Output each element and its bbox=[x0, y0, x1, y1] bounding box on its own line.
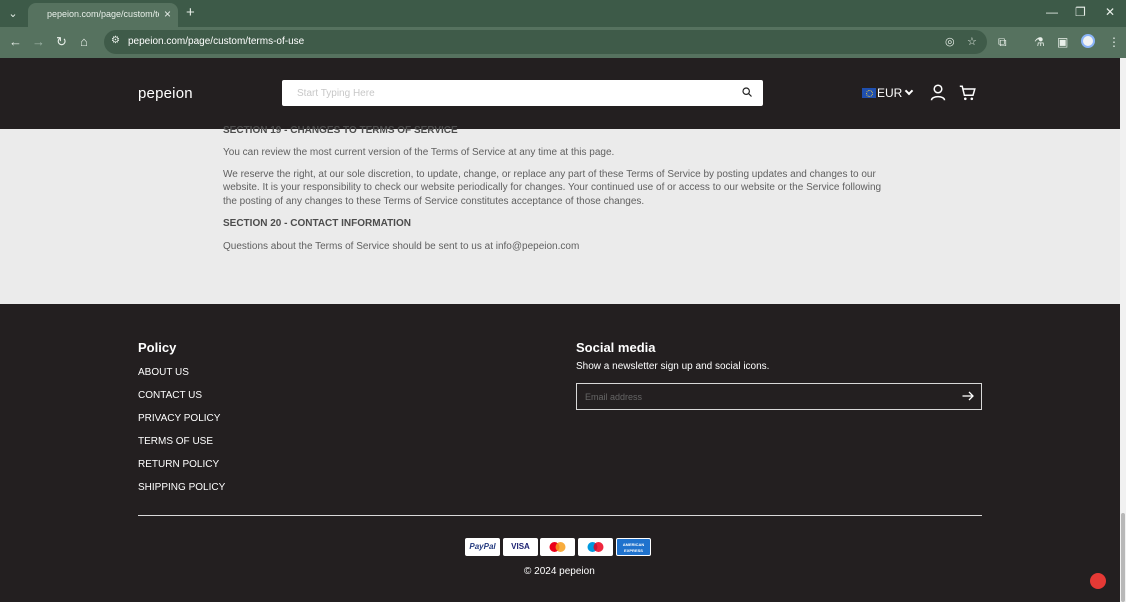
eye-slash-icon[interactable]: ◎ bbox=[945, 35, 955, 48]
new-tab-button[interactable]: + bbox=[186, 5, 195, 21]
chevron-down-icon bbox=[905, 86, 914, 96]
menu-kebab-icon[interactable]: ⋮ bbox=[1108, 34, 1120, 50]
site-logo[interactable]: pepeion bbox=[138, 85, 193, 102]
profile-avatar-icon[interactable] bbox=[1081, 34, 1095, 48]
cart-icon[interactable] bbox=[959, 85, 976, 101]
currency-selector[interactable]: EUR bbox=[862, 86, 914, 100]
restore-icon[interactable]: ❐ bbox=[1075, 4, 1086, 20]
site-info-icon[interactable]: ⚙ bbox=[111, 35, 120, 46]
privacy-policy-link[interactable]: PRIVACY POLICY bbox=[138, 413, 220, 424]
labs-flask-icon[interactable]: ⚗ bbox=[1034, 34, 1045, 50]
policy-heading: Policy bbox=[138, 340, 177, 355]
paragraph-review: You can review the most current version … bbox=[223, 147, 615, 158]
maestro-payment-icon: maestro bbox=[578, 538, 613, 556]
about-us-link[interactable]: ABOUT US bbox=[138, 367, 189, 378]
return-policy-link[interactable]: RETURN POLICY bbox=[138, 459, 219, 470]
paragraph-changes: We reserve the right, at our sole discre… bbox=[223, 169, 882, 207]
terms-content: SECTION 19 - CHANGES TO TERMS OF SERVICE… bbox=[0, 125, 1120, 304]
home-icon[interactable]: ⌂ bbox=[80, 34, 88, 50]
back-icon[interactable]: ← bbox=[9, 34, 22, 50]
amex-payment-icon: AMERICAN EXPRESS bbox=[616, 538, 651, 556]
close-tab-icon[interactable]: × bbox=[164, 7, 171, 21]
tab-title: pepeion.com/page/custom/terms-of-use bbox=[47, 9, 159, 19]
reload-icon[interactable]: ↻ bbox=[56, 34, 67, 50]
footer-divider bbox=[138, 515, 982, 516]
site-footer: Policy ABOUT US CONTACT US PRIVACY POLIC… bbox=[0, 304, 1120, 602]
scrollbar-thumb[interactable] bbox=[1121, 513, 1125, 602]
side-panel-icon[interactable]: ▣ bbox=[1057, 34, 1068, 50]
extensions-icon[interactable]: ⧉ bbox=[998, 34, 1007, 50]
maestro-circles-icon bbox=[587, 542, 604, 552]
visa-payment-icon: VISA bbox=[503, 538, 538, 556]
bookmark-star-icon[interactable]: ☆ bbox=[967, 35, 977, 48]
browser-tab-strip: ⌄ pepeion.com/page/custom/terms-of-use ×… bbox=[0, 0, 1126, 27]
site-header: pepeion EUR bbox=[0, 58, 1120, 129]
subscribe-arrow-icon[interactable] bbox=[962, 391, 974, 401]
newsletter-description: Show a newsletter sign up and social ico… bbox=[576, 361, 770, 372]
address-bar[interactable]: ⚙ pepeion.com/page/custom/terms-of-use ◎… bbox=[104, 30, 987, 54]
search-input[interactable] bbox=[282, 80, 763, 106]
active-tab[interactable]: pepeion.com/page/custom/terms-of-use × bbox=[28, 3, 178, 27]
social-media-heading: Social media bbox=[576, 340, 656, 355]
forward-icon[interactable]: → bbox=[32, 34, 45, 50]
close-window-icon[interactable]: ✕ bbox=[1105, 4, 1115, 20]
section-20-title: SECTION 20 - CONTACT INFORMATION bbox=[223, 218, 411, 229]
terms-of-use-link[interactable]: TERMS OF USE bbox=[138, 436, 213, 447]
newsletter-email-input[interactable] bbox=[576, 383, 982, 410]
chat-widget-icon[interactable] bbox=[1090, 573, 1106, 589]
paypal-payment-icon: PayPal bbox=[465, 538, 500, 556]
copyright-text: © 2024 pepeion bbox=[524, 566, 595, 577]
currency-label: EUR bbox=[877, 86, 903, 100]
eu-flag-icon bbox=[862, 88, 876, 98]
minimize-icon[interactable]: — bbox=[1046, 4, 1058, 20]
shipping-policy-link[interactable]: SHIPPING POLICY bbox=[138, 482, 225, 493]
url-text[interactable]: pepeion.com/page/custom/terms-of-use bbox=[128, 36, 304, 47]
tab-search-icon[interactable]: ⌄ bbox=[4, 5, 22, 23]
paragraph-contact: Questions about the Terms of Service sho… bbox=[223, 241, 580, 252]
browser-toolbar: ← → ↻ ⌂ ⚙ pepeion.com/page/custom/terms-… bbox=[0, 27, 1126, 58]
account-icon[interactable] bbox=[930, 84, 946, 101]
mastercard-payment-icon: mastercard bbox=[540, 538, 575, 556]
section-19-title: SECTION 19 - CHANGES TO TERMS OF SERVICE bbox=[223, 125, 458, 136]
search-icon[interactable] bbox=[742, 87, 752, 97]
contact-us-link[interactable]: CONTACT US bbox=[138, 390, 202, 401]
mastercard-circles-icon bbox=[549, 542, 566, 552]
